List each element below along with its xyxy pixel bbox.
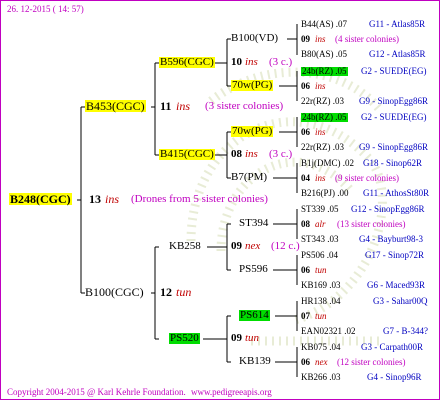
gen4-year-16: 06 [301,265,310,275]
gen4-name-20[interactable]: EAN02321 .02 [301,327,356,336]
gen3-c2-mating: nex [245,240,261,252]
gen3-d2-mating: tun [245,332,260,344]
footer-copyright: Copyright 2004-2015 @ Karl Kehrle Founda… [7,387,186,397]
gen3-b1-queen[interactable]: 70w(PG) [231,126,274,137]
gen4-name-9[interactable]: B1j(DMC) .02 [301,159,354,168]
gen4-year-4: 06 [301,81,310,91]
gen1-top-year: 11 [160,99,172,113]
gen4-ref-9: G18 - Sinop62R [363,158,423,168]
gen4-year-10: 04 [301,173,310,183]
gen1-top-note: (3 sister colonies) [205,100,284,112]
gen2-d-queen[interactable]: PS520 [169,333,200,344]
gen4-ref-11: G11 - AthosSt80R [363,188,430,198]
gen4-note-13: (13 sister colonies) [337,219,406,229]
gen1-bot-mating: tun [176,285,192,299]
gen4-note-1: (4 sister colonies) [335,34,399,44]
gen4-name-15[interactable]: PS506 .04 [301,251,338,260]
gen4-mating-7: ins [315,127,326,137]
gen4-name-12[interactable]: ST339 .05 [301,205,339,214]
gen4-year-22: 06 [301,357,310,367]
gen4-ref-2: G12 - Atlas85R [369,49,426,59]
gen4-mating-19: tun [315,311,327,321]
gen4-ref-14: G4 - Bayburt98-3 [359,234,423,244]
gen4-name-14[interactable]: ST343 .03 [301,235,339,244]
gen4-name-2[interactable]: B80(AS) .05 [301,50,347,59]
gen2-b-queen[interactable]: B415(CGC) [159,149,215,160]
gen4-name-6[interactable]: 24b(RZ) .05 [301,113,348,122]
gen4-mating-4: ins [315,81,326,91]
gen4-name-17[interactable]: KB169 .03 [301,281,341,290]
root-mating: ins [105,192,120,206]
gen4-mating-16: tun [315,265,327,275]
gen4-year-19: 07 [301,311,310,321]
gen3-d2-queen[interactable]: KB139 [239,356,271,367]
date-stamp: 26. 12-2015 ( 14: 57) [7,4,84,14]
gen3-a1-year: 10 [231,56,242,68]
gen4-mating-10: ins [315,173,326,183]
gen4-year-13: 08 [301,219,310,229]
gen4-ref-17: G6 - Maced93R [367,280,425,290]
gen4-name-23[interactable]: KB266 .03 [301,373,341,382]
gen3-d2-year: 09 [231,332,242,344]
gen4-ref-3: G2 - SUEDE(EG) [361,66,427,76]
gen4-name-8[interactable]: 22r(RZ) .03 [301,143,344,152]
gen4-ref-20: G7 - B-344? [383,326,428,336]
pedigree-frame: 26. 12-2015 ( 14: 57) B248(CGC) 13 ins (… [0,0,440,400]
root-year: 13 [89,192,101,206]
gen4-ref-15: G17 - Sinop72R [365,250,425,260]
gen3-a1-queen[interactable]: B100(VD) [231,33,278,44]
gen3-c2-note: (12 c.) [271,240,300,252]
gen2-a-queen[interactable]: B596(CGC) [159,57,215,68]
gen3-a1-note: (3 c.) [269,56,293,68]
gen4-note-10: (9 sister colonies) [335,173,399,183]
gen4-note-22: (12 sister colonies) [337,357,406,367]
root-queen[interactable]: B248(CGC) [9,193,72,205]
gen4-mating-22: nex [315,357,328,367]
gen1-bot-year: 12 [160,285,172,299]
root-note: (Drones from 5 sister colonies) [131,193,268,205]
gen4-name-5[interactable]: 22r(RZ) .03 [301,97,344,106]
footer-site-link[interactable]: www.pedigreeapis.org [191,388,272,397]
gen3-a1-mating: ins [245,56,258,68]
gen1-top-queen[interactable]: B453(CGC) [85,100,146,112]
gen3-c2-queen[interactable]: PS596 [239,264,268,275]
gen4-ref-0: G11 - Atlas85R [369,19,426,29]
gen4-name-18[interactable]: HR138 .04 [301,297,341,306]
gen4-ref-21: G3 - Carpath00R [361,342,423,352]
gen1-top-mating: ins [176,99,191,113]
gen4-ref-5: G9 - SinopEgg86R [359,96,429,106]
gen3-c1-queen[interactable]: ST394 [239,218,268,229]
gen3-a2-queen[interactable]: 70w(PG) [231,80,274,91]
gen4-name-3[interactable]: 24b(RZ) .05 [301,67,348,76]
gen4-year-7: 06 [301,127,310,137]
gen3-b2-year: 08 [231,148,242,160]
gen4-ref-12: G12 - SinopEgg86R [351,204,425,214]
gen3-b2-note: (3 c.) [269,148,293,160]
gen4-name-0[interactable]: B44(AS) .07 [301,20,347,29]
gen3-d1-queen[interactable]: PS614 [239,310,270,321]
gen4-ref-8: G9 - SinopEgg86R [359,142,429,152]
gen4-name-11[interactable]: B216(PJ) .00 [301,189,349,198]
gen4-year-1: 09 [301,34,310,44]
gen4-name-21[interactable]: KB075 .04 [301,343,341,352]
gen3-b2-queen[interactable]: B7(PM) [231,172,267,183]
gen3-b2-mating: ins [245,148,258,160]
gen3-c2-year: 09 [231,240,242,252]
gen4-mating-13: alr [315,219,326,229]
gen4-ref-18: G3 - Sahar00Q [373,296,428,306]
gen4-ref-6: G2 - SUEDE(EG) [361,112,427,122]
gen2-c-queen[interactable]: KB258 [169,241,201,252]
gen4-mating-1: ins [315,34,326,44]
gen1-bot-queen[interactable]: B100(CGC) [85,286,144,298]
gen4-ref-23: G4 - Sinop96R [367,372,422,382]
